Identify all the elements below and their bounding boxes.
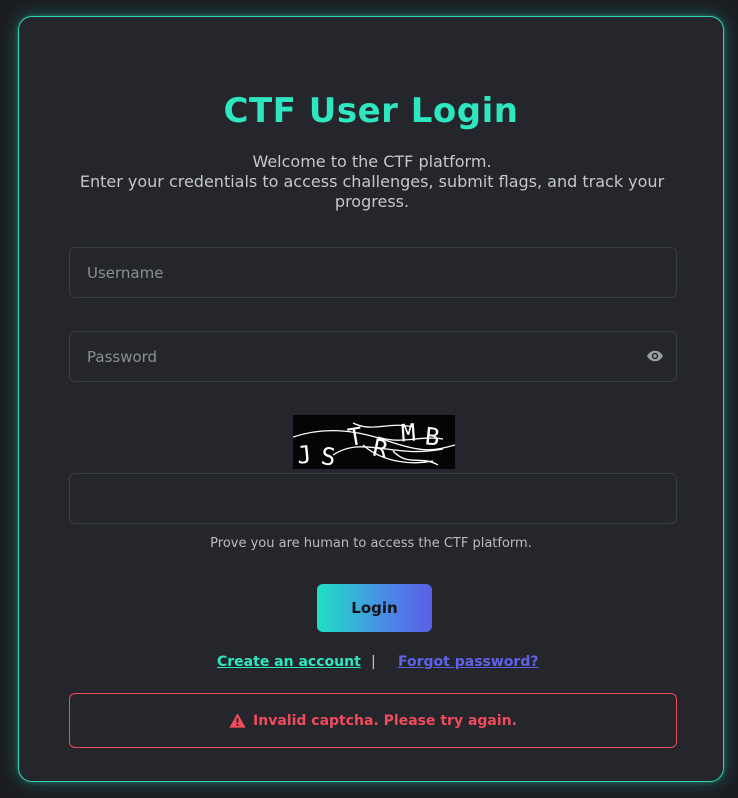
link-separator: |	[371, 654, 376, 670]
svg-text:B: B	[424, 422, 441, 451]
error-message: Invalid captcha. Please try again.	[253, 712, 517, 729]
warning-icon	[229, 713, 246, 728]
welcome-text: Welcome to the CTF platform. Enter your …	[69, 152, 675, 212]
captcha-input[interactable]	[69, 473, 677, 524]
login-button[interactable]: Login	[317, 584, 432, 632]
captcha-hint: Prove you are human to access the CTF pl…	[210, 536, 532, 551]
welcome-line-2: Enter your credentials to access challen…	[79, 172, 665, 211]
username-input[interactable]	[69, 247, 677, 298]
error-alert: Invalid captcha. Please try again.	[69, 693, 677, 748]
captcha-image: J S T R M B	[292, 415, 456, 472]
page-title: CTF User Login	[223, 91, 519, 131]
password-input[interactable]	[69, 331, 677, 382]
svg-text:J: J	[296, 440, 313, 469]
create-account-link[interactable]: Create an account	[217, 654, 361, 670]
auth-links: Create an account | Forgot password?	[19, 654, 723, 674]
forgot-password-link[interactable]: Forgot password?	[398, 654, 538, 670]
welcome-line-1: Welcome to the CTF platform.	[252, 152, 492, 171]
eye-icon[interactable]	[646, 347, 664, 365]
login-card: CTF User Login Welcome to the CTF platfo…	[18, 16, 724, 782]
svg-text:M: M	[400, 419, 416, 448]
